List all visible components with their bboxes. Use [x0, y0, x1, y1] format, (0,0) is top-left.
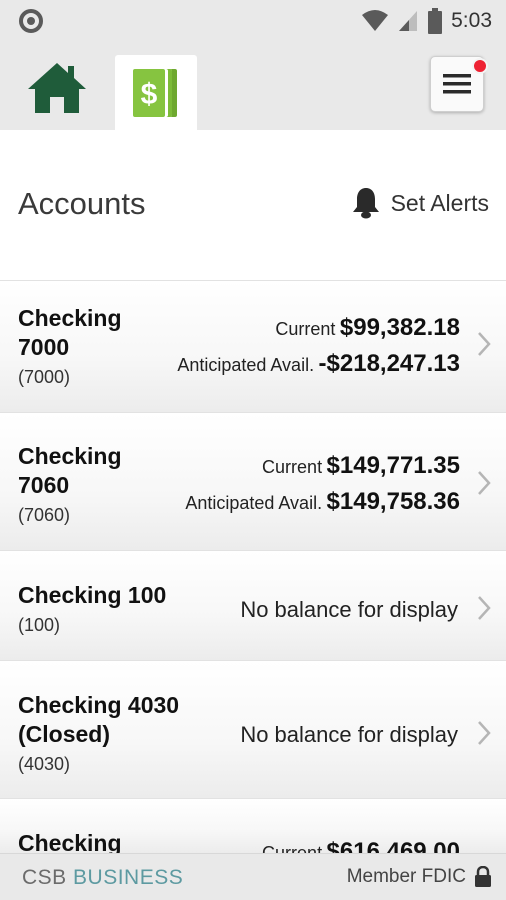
available-balance: -$218,247.13: [318, 350, 460, 377]
chevron-right-icon: [478, 721, 491, 745]
account-name-line1: Checking: [18, 830, 122, 853]
notification-dot-icon: [19, 9, 43, 33]
account-name: Checking 4030 (Closed): [18, 691, 179, 749]
account-name-line1: Checking: [18, 305, 122, 331]
chevron-right-icon: [478, 471, 491, 495]
available-balance-line: Anticipated Avail. $149,758.36: [185, 488, 460, 516]
available-balance: $149,758.36: [326, 488, 460, 515]
cell-signal-icon: [399, 11, 418, 31]
account-number: (100): [18, 615, 61, 635]
chevron-right-icon: [478, 332, 491, 356]
chevron-right-icon: [478, 596, 491, 620]
current-balance-line: Current $99,382.18: [275, 314, 460, 342]
menu-icon: [443, 74, 471, 94]
home-icon: [28, 63, 86, 113]
home-tab[interactable]: [22, 58, 92, 118]
brand-part2: BUSINESS: [73, 866, 184, 889]
account-row[interactable]: Checking 100 (100) No balance for displa…: [0, 550, 506, 660]
current-label: Current: [262, 457, 323, 477]
page-header: Accounts Set Alerts: [0, 130, 506, 280]
current-label: Current: [262, 843, 323, 853]
account-name: Checking 7000: [18, 304, 122, 362]
account-name-line1: Checking 100: [18, 582, 167, 608]
status-time: 5:03: [451, 9, 492, 32]
account-row[interactable]: Checking 4030 (Closed) (4030) No balance…: [0, 660, 506, 798]
money-tab[interactable]: $: [115, 55, 197, 130]
svg-text:$: $: [141, 78, 158, 111]
current-balance: $149,771.35: [326, 452, 460, 479]
battery-icon: [428, 8, 443, 34]
brand-part1: CSB: [22, 866, 67, 889]
available-balance-line: Anticipated Avail. -$218,247.13: [177, 350, 460, 378]
current-balance-line: Current $149,771.35: [262, 452, 460, 480]
brand-logo: CSB BUSINESS: [22, 866, 183, 890]
account-row[interactable]: Checking Current $616,469.00: [0, 798, 506, 853]
member-fdic: Member FDIC: [347, 866, 492, 888]
page-title: Accounts: [18, 186, 146, 221]
set-alerts-button[interactable]: Set Alerts: [351, 187, 489, 219]
current-balance: $616,469.00: [326, 838, 460, 853]
current-label: Current: [275, 319, 336, 339]
available-label: Anticipated Avail.: [177, 355, 315, 375]
account-name-line1: Checking 4030: [18, 692, 180, 718]
app-nav: $: [0, 42, 506, 130]
account-number: (7060): [18, 505, 71, 525]
current-balance: $99,382.18: [339, 314, 460, 341]
account-row[interactable]: Checking 7060 (7060) Current $149,771.35…: [0, 412, 506, 550]
member-fdic-label: Member FDIC: [346, 866, 466, 887]
account-name: Checking 100: [18, 581, 166, 610]
account-number: (4030): [18, 754, 71, 774]
notification-badge: [472, 58, 488, 74]
account-number: (7000): [18, 367, 71, 387]
footer: CSB BUSINESS Member FDIC: [0, 853, 506, 900]
wifi-icon: [362, 10, 389, 31]
set-alerts-label: Set Alerts: [390, 189, 489, 216]
account-name-line2: (Closed): [18, 721, 110, 747]
money-icon: $: [133, 68, 177, 117]
account-name-line2: 7000: [18, 334, 70, 360]
status-icons: 5:03: [361, 6, 492, 36]
account-name: Checking: [18, 829, 122, 853]
account-name: Checking 7060: [18, 442, 122, 500]
no-balance-text: No balance for display: [240, 597, 458, 622]
account-name-line2: 7060: [18, 472, 70, 498]
status-bar: 5:03: [0, 0, 506, 42]
account-row[interactable]: Checking 7000 (7000) Current $99,382.18 …: [0, 280, 506, 412]
available-label: Anticipated Avail.: [185, 493, 323, 513]
no-balance-text: No balance for display: [240, 722, 458, 747]
account-name-line1: Checking: [18, 443, 122, 469]
lock-icon: [475, 866, 491, 887]
current-balance-line: Current $616,469.00: [262, 838, 460, 853]
bell-icon: [352, 188, 379, 219]
